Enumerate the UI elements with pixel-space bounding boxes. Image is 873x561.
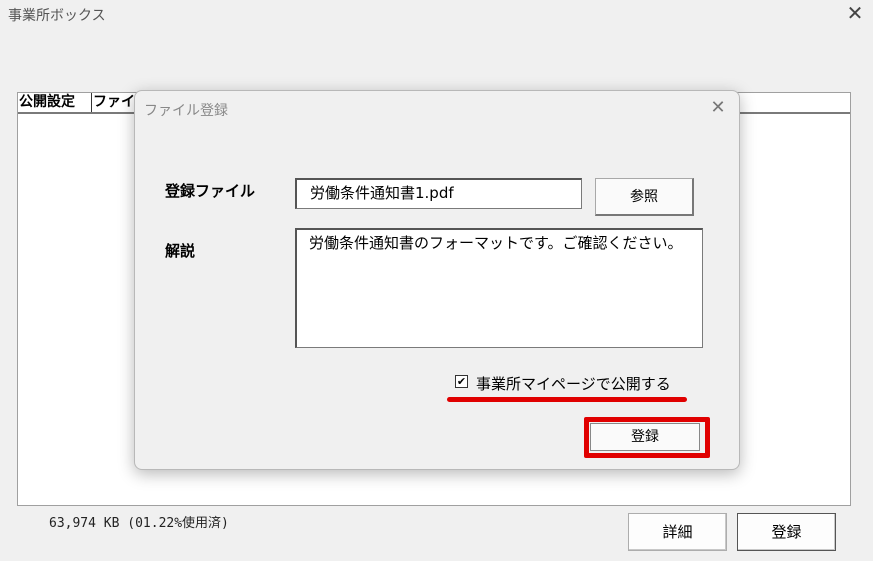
main-window-title: 事業所ボックス <box>8 8 106 24</box>
detail-button[interactable]: 詳細 <box>628 513 727 551</box>
red-underline-annotation <box>447 397 687 402</box>
file-input[interactable]: 労働条件通知書1.pdf <box>295 178 582 209</box>
file-register-dialog: ファイル登録 ✕ 登録ファイル 労働条件通知書1.pdf 参照 解説 労働条件通… <box>134 90 740 470</box>
check-mark-icon: ✔ <box>456 375 467 388</box>
description-textarea[interactable]: 労働条件通知書のフォーマットです。ご確認ください。 <box>295 228 703 348</box>
dialog-register-button[interactable]: 登録 <box>590 423 700 451</box>
dialog-title: ファイル登録 <box>144 103 228 119</box>
close-icon[interactable]: ✕ <box>844 2 866 24</box>
publish-checkbox[interactable]: ✔ <box>455 375 468 388</box>
storage-usage: 63,974 KB (01.22%使用済) <box>49 516 229 531</box>
register-button[interactable]: 登録 <box>737 513 836 551</box>
file-label: 登録ファイル <box>165 182 256 200</box>
publish-label[interactable]: 事業所マイページで公開する <box>476 373 671 394</box>
browse-button[interactable]: 参照 <box>595 178 694 216</box>
dialog-close-icon[interactable]: ✕ <box>707 97 729 119</box>
description-label: 解説 <box>165 242 196 260</box>
column-header-publish[interactable]: 公開設定 <box>18 93 92 112</box>
